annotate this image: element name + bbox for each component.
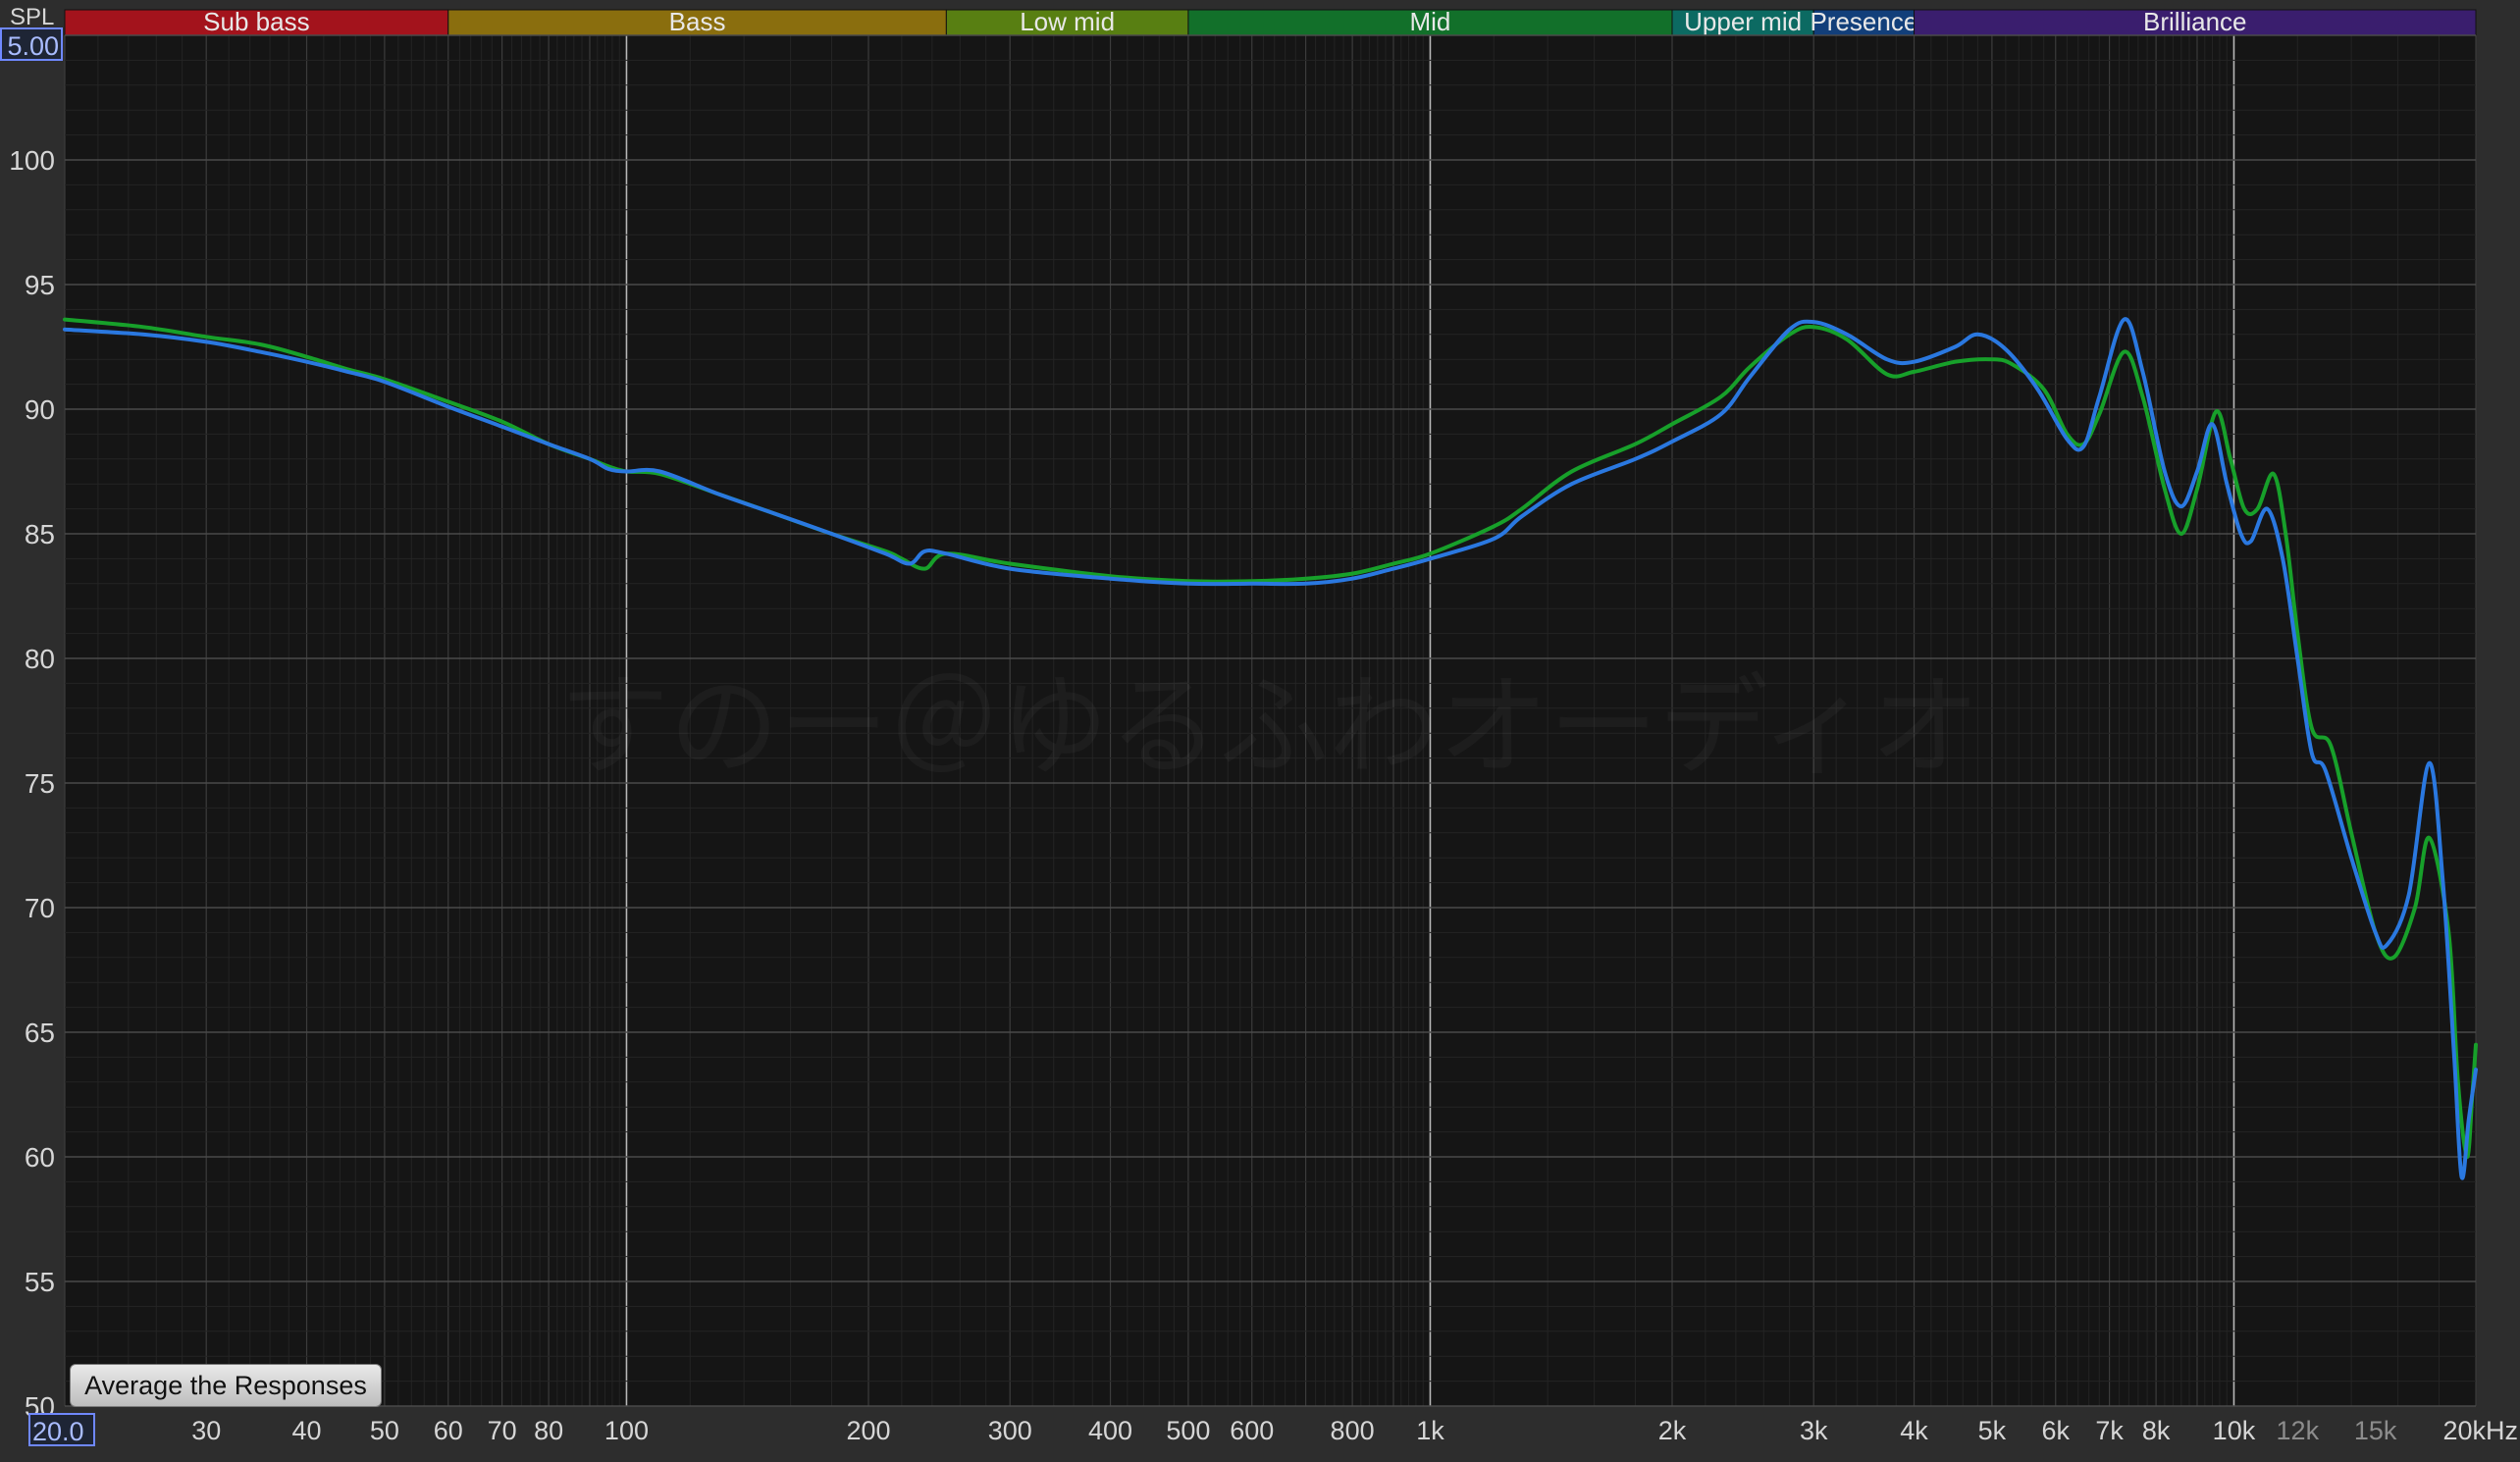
frequency-band-strip: Sub bass Bass Low mid Mid Upper mid Presence B… (64, 7, 2477, 36)
band-label-4: Upper mid (1684, 7, 1802, 36)
band-label-1: Bass (669, 7, 726, 36)
x-tick-label: 20kHz (2442, 1416, 2518, 1445)
y-tick-label: 55 (25, 1267, 55, 1297)
x-tick-label: 10k (2213, 1416, 2256, 1445)
x-tick-label: 200 (846, 1416, 890, 1445)
x-tick-label: 30 (191, 1416, 221, 1445)
x-tick-label: 1k (1416, 1416, 1444, 1445)
y-tick-label: 90 (25, 394, 55, 425)
y-axis-ticks: 10095908580757065605550 (9, 145, 55, 1422)
plot-background (65, 35, 2476, 1406)
y-tick-label: 60 (25, 1142, 55, 1173)
x-tick-label: 15k (2354, 1416, 2397, 1445)
x-tick-label: 60 (434, 1416, 463, 1445)
average-responses-button[interactable]: Average the Responses (70, 1364, 382, 1407)
x-tick-label: 8k (2142, 1416, 2171, 1445)
x-tick-label: 70 (488, 1416, 517, 1445)
x-tick-label: 600 (1230, 1416, 1274, 1445)
band-label-6: Brilliance (2143, 7, 2247, 36)
x-tick-label: 800 (1331, 1416, 1375, 1445)
y-tick-label: 95 (25, 270, 55, 300)
band-label-2: Low mid (1020, 7, 1115, 36)
band-label-3: Mid (1410, 7, 1451, 36)
x-tick-label: 500 (1166, 1416, 1210, 1445)
x-tick-label: 50 (370, 1416, 399, 1445)
x-tick-label: 12k (2277, 1416, 2320, 1445)
y-tick-label: 65 (25, 1018, 55, 1048)
y-tick-label: 100 (9, 145, 55, 176)
band-label-5: Presence (1810, 7, 1917, 36)
x-min-input[interactable]: 20.0 (28, 1413, 95, 1446)
x-tick-label: 7k (2095, 1416, 2124, 1445)
y-max-input[interactable]: 5.00 (0, 27, 63, 61)
x-tick-label: 4k (1900, 1416, 1928, 1445)
x-tick-label: 2k (1658, 1416, 1687, 1445)
y-tick-label: 70 (25, 893, 55, 923)
x-tick-label: 300 (988, 1416, 1032, 1445)
band-label-0: Sub bass (203, 7, 309, 36)
y-tick-label: 80 (25, 644, 55, 674)
x-tick-label: 6k (2041, 1416, 2070, 1445)
x-tick-label: 40 (292, 1416, 322, 1445)
x-tick-label: 400 (1088, 1416, 1132, 1445)
x-axis-ticks: 30 40 50 60 70 80 100 200 300 400 500 600 800 1k 2k 3k 4… (191, 1416, 2518, 1445)
x-tick-label: 100 (604, 1416, 649, 1445)
x-tick-label: 80 (534, 1416, 563, 1445)
x-tick-label: 3k (1800, 1416, 1828, 1445)
x-tick-label: 5k (1978, 1416, 2007, 1445)
frequency-response-chart: Sub bass Bass Low mid Mid Upper mid Presence B… (9, 7, 2518, 1445)
y-tick-label: 75 (25, 768, 55, 799)
y-tick-label: 85 (25, 519, 55, 549)
